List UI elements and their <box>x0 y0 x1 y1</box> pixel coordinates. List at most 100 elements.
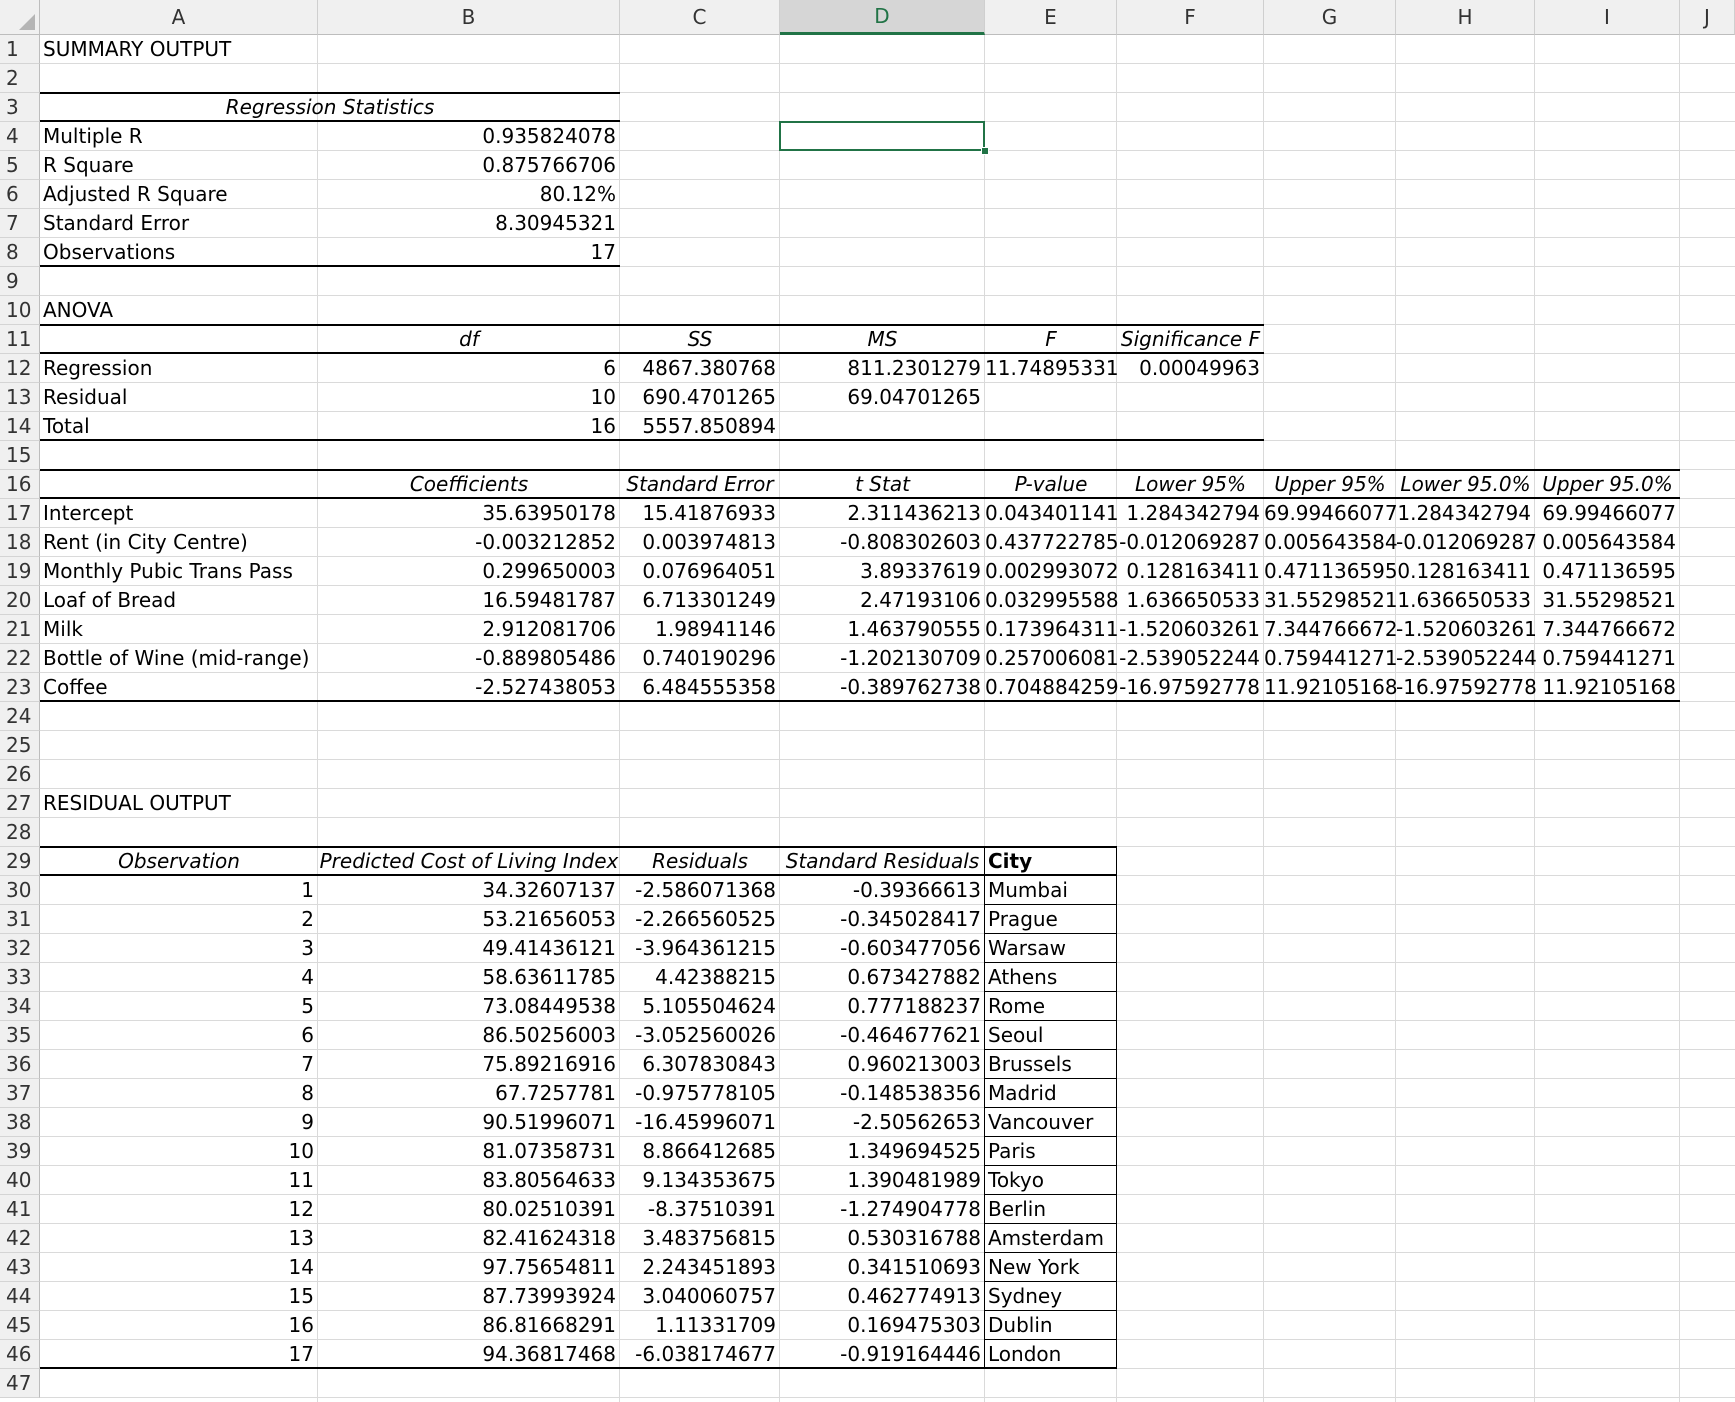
row-header-10[interactable]: 10 <box>0 296 40 325</box>
observation-number[interactable]: 10 <box>40 1137 318 1166</box>
observation-number[interactable]: 2 <box>40 905 318 934</box>
anova-title[interactable]: ANOVA <box>40 296 318 325</box>
anova-f[interactable] <box>985 412 1117 441</box>
coefficient-value[interactable]: 0.076964051 <box>620 557 780 586</box>
coefficient-value[interactable]: 69.99466077 <box>1264 499 1396 528</box>
observation-number[interactable]: 12 <box>40 1195 318 1224</box>
coefficient-value[interactable]: 1.284342794 <box>1117 499 1264 528</box>
stat-label[interactable]: Observations <box>40 238 318 267</box>
anova-header[interactable]: Significance F <box>1117 325 1264 354</box>
row-header-29[interactable]: 29 <box>0 847 40 876</box>
coefficient-value[interactable]: 0.003974813 <box>620 528 780 557</box>
observation-number[interactable]: 6 <box>40 1021 318 1050</box>
standard-residual-value[interactable]: 0.530316788 <box>780 1224 985 1253</box>
anova-significance[interactable]: 0.00049963 <box>1117 354 1264 383</box>
stat-value[interactable]: 0.875766706 <box>318 151 620 180</box>
residual-value[interactable]: -0.975778105 <box>620 1079 780 1108</box>
coefficient-row-label[interactable]: Bottle of Wine (mid-range) <box>40 644 318 673</box>
anova-ss[interactable]: 4867.380768 <box>620 354 780 383</box>
coefficient-row-label[interactable]: Monthly Pubic Trans Pass <box>40 557 318 586</box>
coefficient-header[interactable]: Coefficients <box>318 470 620 499</box>
standard-residual-value[interactable]: 1.390481989 <box>780 1166 985 1195</box>
predicted-value[interactable]: 97.75654811 <box>318 1253 620 1282</box>
column-header-c[interactable]: C <box>620 0 780 35</box>
residual-header[interactable]: Residuals <box>620 847 780 876</box>
coefficient-value[interactable]: 11.92105168 <box>1535 673 1680 702</box>
standard-residual-value[interactable]: -2.50562653 <box>780 1108 985 1137</box>
coefficient-value[interactable]: -16.97592778 <box>1396 673 1535 702</box>
coefficient-value[interactable]: 16.59481787 <box>318 586 620 615</box>
coefficient-header[interactable]: t Stat <box>780 470 985 499</box>
city-name[interactable]: Rome <box>985 992 1117 1021</box>
anova-ss[interactable]: 690.4701265 <box>620 383 780 412</box>
row-header-8[interactable]: 8 <box>0 238 40 267</box>
coefficient-value[interactable]: 0.128163411 <box>1117 557 1264 586</box>
row-header-33[interactable]: 33 <box>0 963 40 992</box>
standard-residual-value[interactable]: -0.39366613 <box>780 876 985 905</box>
coefficient-value[interactable]: 69.99466077 <box>1535 499 1680 528</box>
residual-header[interactable]: Observation <box>40 847 318 876</box>
anova-ms[interactable] <box>780 412 985 441</box>
residual-output-title[interactable]: RESIDUAL OUTPUT <box>40 789 318 818</box>
coefficient-row-label[interactable]: Loaf of Bread <box>40 586 318 615</box>
residual-value[interactable]: 5.105504624 <box>620 992 780 1021</box>
column-header-a[interactable]: A <box>40 0 318 35</box>
coefficient-value[interactable]: 1.98941146 <box>620 615 780 644</box>
coefficient-value[interactable]: -0.012069287 <box>1396 528 1535 557</box>
observation-number[interactable]: 8 <box>40 1079 318 1108</box>
coefficient-value[interactable]: -2.527438053 <box>318 673 620 702</box>
city-name[interactable]: Seoul <box>985 1021 1117 1050</box>
stat-value[interactable]: 8.30945321 <box>318 209 620 238</box>
city-name[interactable]: Dublin <box>985 1311 1117 1340</box>
column-header-h[interactable]: H <box>1396 0 1535 35</box>
predicted-value[interactable]: 86.81668291 <box>318 1311 620 1340</box>
coefficient-value[interactable]: -0.012069287 <box>1117 528 1264 557</box>
coefficient-value[interactable]: -0.808302603 <box>780 528 985 557</box>
coefficient-value[interactable]: -0.003212852 <box>318 528 620 557</box>
observation-number[interactable]: 9 <box>40 1108 318 1137</box>
predicted-value[interactable]: 87.73993924 <box>318 1282 620 1311</box>
city-name[interactable]: Paris <box>985 1137 1117 1166</box>
city-name[interactable]: Mumbai <box>985 876 1117 905</box>
coefficient-row-label[interactable]: Milk <box>40 615 318 644</box>
coefficient-value[interactable]: 31.55298521 <box>1535 586 1680 615</box>
row-header-23[interactable]: 23 <box>0 673 40 702</box>
residual-value[interactable]: 8.866412685 <box>620 1137 780 1166</box>
stat-value[interactable]: 80.12% <box>318 180 620 209</box>
predicted-value[interactable]: 81.07358731 <box>318 1137 620 1166</box>
observation-number[interactable]: 4 <box>40 963 318 992</box>
row-header-19[interactable]: 19 <box>0 557 40 586</box>
coefficient-value[interactable]: -2.539052244 <box>1396 644 1535 673</box>
row-header-7[interactable]: 7 <box>0 209 40 238</box>
anova-ms[interactable]: 69.04701265 <box>780 383 985 412</box>
column-header-g[interactable]: G <box>1264 0 1396 35</box>
residual-value[interactable]: 4.42388215 <box>620 963 780 992</box>
city-name[interactable]: London <box>985 1340 1117 1369</box>
column-header-d[interactable]: D <box>780 0 985 35</box>
standard-residual-value[interactable]: -0.464677621 <box>780 1021 985 1050</box>
predicted-value[interactable]: 34.32607137 <box>318 876 620 905</box>
row-header-14[interactable]: 14 <box>0 412 40 441</box>
coefficient-value[interactable]: 7.344766672 <box>1264 615 1396 644</box>
coefficient-value[interactable]: 31.55298521 <box>1264 586 1396 615</box>
coefficient-header[interactable]: Upper 95.0% <box>1535 470 1680 499</box>
predicted-value[interactable]: 67.7257781 <box>318 1079 620 1108</box>
residual-value[interactable]: -16.45996071 <box>620 1108 780 1137</box>
coefficient-value[interactable]: -0.389762738 <box>780 673 985 702</box>
row-header-17[interactable]: 17 <box>0 499 40 528</box>
row-header-39[interactable]: 39 <box>0 1137 40 1166</box>
stat-label[interactable]: Multiple R <box>40 122 318 151</box>
row-header-20[interactable]: 20 <box>0 586 40 615</box>
coefficient-value[interactable]: 3.89337619 <box>780 557 985 586</box>
observation-number[interactable]: 13 <box>40 1224 318 1253</box>
row-header-9[interactable]: 9 <box>0 267 40 296</box>
standard-residual-value[interactable]: 0.960213003 <box>780 1050 985 1079</box>
row-header-2[interactable]: 2 <box>0 64 40 93</box>
coefficient-value[interactable]: -16.97592778 <box>1117 673 1264 702</box>
anova-row-label[interactable]: Total <box>40 412 318 441</box>
row-header-44[interactable]: 44 <box>0 1282 40 1311</box>
observation-number[interactable]: 11 <box>40 1166 318 1195</box>
coefficient-value[interactable]: -2.539052244 <box>1117 644 1264 673</box>
row-header-26[interactable]: 26 <box>0 760 40 789</box>
column-header-e[interactable]: E <box>985 0 1117 35</box>
